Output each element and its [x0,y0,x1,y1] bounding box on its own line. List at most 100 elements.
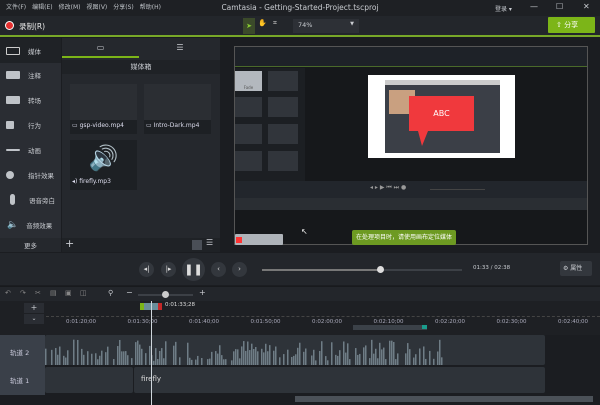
microphone-icon [10,194,15,205]
wave-bar [217,353,219,365]
sidebar-item-annotations[interactable]: 注释 [0,62,61,87]
wave-bar [125,351,127,365]
share-button[interactable]: ⇧ 分享 [548,17,595,33]
sidebar-item-animations[interactable]: 动画 [0,137,61,162]
wave-bar [327,360,329,365]
wave-bar [381,349,383,365]
wave-bar [337,355,339,365]
wave-bar [233,351,235,365]
media-item[interactable]: ▭ Intro-Dark.mp4 [144,84,211,134]
hint-tooltip: 在处理项目时，请使用画布定位媒体 [352,230,457,245]
wave-bar [437,351,439,365]
step-forward-button[interactable]: |▸ [161,262,176,277]
media-item[interactable]: 🔊 ◂) firefly.mp3 [70,140,137,190]
wave-bar [189,357,191,365]
wave-bar [291,356,293,365]
minimize-button[interactable]: — [530,2,538,11]
list-view-button[interactable]: ☰ [206,238,213,247]
wave-bar [257,351,259,365]
wave-bar [303,351,305,365]
wave-bar [325,356,327,365]
callout[interactable]: ABC [409,96,474,131]
wave-bar [195,359,197,365]
wave-bar [245,350,247,365]
clip[interactable] [45,367,133,393]
sidebar-item-voice-narration[interactable]: 语音旁白 [0,187,61,212]
wave-bar [87,351,89,365]
timeline-scrollbar[interactable] [295,396,593,402]
properties-label: 属性 [570,265,583,272]
media-name: firefly.mp3 [79,178,111,185]
maximize-button[interactable]: ☐ [556,2,563,11]
wave-bar [425,358,427,365]
copy-icon[interactable]: ▤ [50,289,57,297]
progress-knob[interactable] [377,266,384,273]
grid-view-button[interactable] [192,240,202,250]
marker-bar[interactable] [353,325,427,330]
media-item[interactable]: ▭ gsp-video.mp4 [70,84,137,134]
properties-button[interactable]: ⚙ 属性 [560,261,592,276]
player-controls: ◂| |▸ ❚❚ ‹ › 01:33 / 02:38 ⚙ 属性 [0,253,600,285]
wave-bar [187,342,189,365]
audio-clip[interactable] [45,335,545,365]
wave-bar [83,354,85,365]
next-button[interactable]: › [232,262,247,277]
wave-bar [209,358,211,365]
more-button[interactable]: 更多 [0,238,61,252]
wave-bar [375,348,377,365]
record-icon[interactable] [5,21,14,30]
sidebar-item-audio-effects[interactable]: 🔈 音频效果 [0,212,61,237]
paste-icon[interactable]: ▣ [65,289,72,297]
timeline-zoom-slider[interactable] [138,291,193,298]
wave-bar [157,359,159,365]
label: 语音旁白 [29,196,55,205]
mini-scrubber[interactable] [430,189,485,190]
wave-bar [153,360,155,365]
tab-list-view[interactable]: ☰ [140,38,220,58]
split-icon[interactable]: ◫ [80,289,87,297]
wave-bar [265,343,267,365]
login-button[interactable]: 登录 ▾ [495,4,512,13]
close-button[interactable]: ✕ [583,2,590,11]
zoom-select[interactable]: 74% ▼ [293,19,359,33]
timeline-ruler[interactable]: + ⌄ 0:01:20;00 0:01:30;00 0:01:40;00 0:01:5… [0,301,600,335]
wave-bar [355,348,357,365]
record-button[interactable]: 录制(R) [19,21,45,32]
wave-bar [201,357,203,365]
tick-label: 0:02:40;00 [558,319,589,325]
step-back-button[interactable]: ◂| [139,262,154,277]
collapse-button[interactable]: ⌄ [24,314,44,324]
sidebar-item-transitions[interactable]: 转场 [0,87,61,112]
previous-button[interactable]: ‹ [211,262,226,277]
zoom-in-button[interactable]: + [199,288,206,297]
wave-bar [415,354,417,365]
tick-label: 0:02:30;00 [496,319,527,325]
wave-bar [57,354,59,365]
select-tool-icon[interactable]: ➤ [243,18,255,34]
sidebar-item-behaviors[interactable]: 行为 [0,112,61,137]
sidebar-item-media[interactable]: 媒体 [0,38,61,63]
wave-bar [159,350,161,365]
animation-icon [6,148,20,151]
wave-bar [393,341,395,365]
cut-icon[interactable]: ✂ [35,289,41,297]
firefly-clip[interactable]: firefly [134,367,545,393]
sidebar-item-cursor-effects[interactable]: 指针效果 [0,162,61,187]
progress-track[interactable] [262,266,462,273]
thumb-label: Fade [235,71,262,91]
wave-bar [305,348,307,365]
wave-bar [311,355,313,365]
wave-bar [81,348,83,365]
zoom-out-button[interactable]: − [126,288,133,297]
add-track-button[interactable]: + [24,303,44,313]
canvas[interactable]: Fade ABC ◂ ▸ ▶ ⏮ ⏭ ● ↖ 在处理项目时，请使用画布定位媒体 [234,46,588,245]
add-media-button[interactable]: + [65,237,74,250]
pause-button[interactable]: ❚❚ [182,258,205,281]
crop-tool-icon[interactable]: ⌗ [273,19,277,28]
wave-bar [395,359,397,365]
tab-grid-view[interactable]: ▭ [62,38,139,58]
undo-icon[interactable]: ↶ [5,289,11,297]
redo-icon[interactable]: ↷ [20,289,26,297]
pan-tool-icon[interactable]: ✋ [258,19,267,27]
mini-player-controls[interactable]: ◂ ▸ ▶ ⏮ ⏭ ● [370,184,406,192]
